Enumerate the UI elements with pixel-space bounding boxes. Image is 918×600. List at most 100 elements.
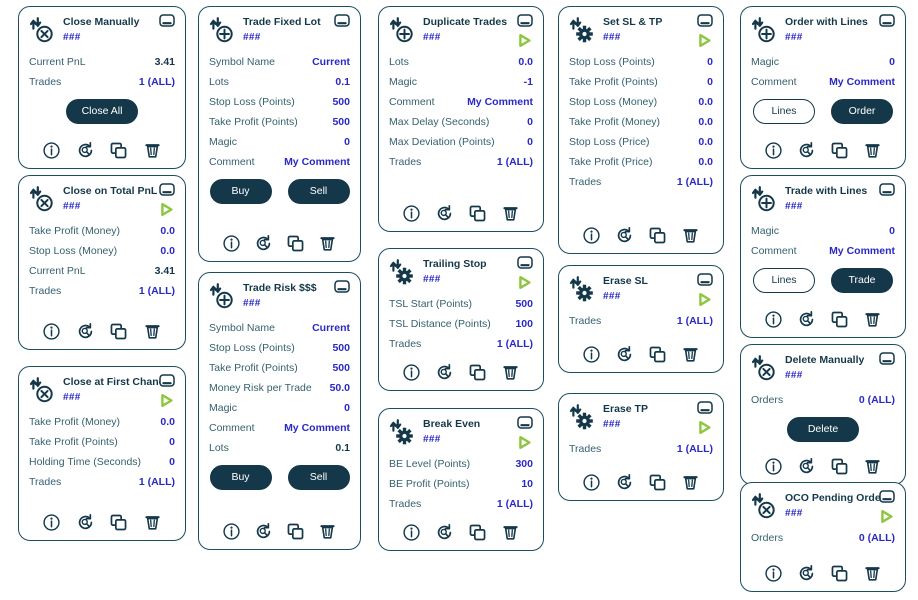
delete-button[interactable]: Delete	[787, 417, 859, 442]
refresh-icon[interactable]	[76, 322, 95, 341]
copy-icon[interactable]	[830, 564, 849, 583]
info-icon[interactable]	[764, 457, 783, 476]
trash-icon[interactable]	[501, 363, 520, 382]
minimize-icon[interactable]	[159, 14, 175, 27]
info-icon[interactable]	[582, 226, 601, 245]
copy-icon[interactable]	[648, 345, 667, 364]
field-value[interactable]: -1	[524, 76, 533, 89]
lines-button[interactable]: Lines	[753, 99, 815, 124]
field-value[interactable]: 0.0	[698, 96, 713, 109]
minimize-icon[interactable]	[697, 273, 713, 286]
field-value[interactable]: 10	[521, 478, 533, 491]
copy-icon[interactable]	[830, 310, 849, 329]
field-value[interactable]: 300	[515, 458, 533, 471]
field-value[interactable]: 500	[515, 298, 533, 311]
minimize-icon[interactable]	[334, 280, 350, 293]
info-icon[interactable]	[764, 310, 783, 329]
field-value[interactable]: Current	[312, 322, 350, 335]
play-icon[interactable]	[697, 420, 712, 435]
minimize-icon[interactable]	[879, 183, 895, 196]
trash-icon[interactable]	[863, 141, 882, 160]
field-value[interactable]: 500	[332, 342, 350, 355]
copy-icon[interactable]	[286, 234, 305, 253]
field-value[interactable]: 0.0	[698, 136, 713, 149]
field-value[interactable]: 500	[332, 116, 350, 129]
field-value[interactable]: 1 (ALL)	[497, 338, 533, 351]
refresh-icon[interactable]	[435, 204, 454, 223]
minimize-icon[interactable]	[879, 352, 895, 365]
copy-icon[interactable]	[830, 457, 849, 476]
field-value[interactable]: 1 (ALL)	[497, 498, 533, 511]
minimize-icon[interactable]	[697, 14, 713, 27]
field-value[interactable]: 0	[889, 225, 895, 238]
copy-icon[interactable]	[648, 226, 667, 245]
copy-icon[interactable]	[109, 141, 128, 160]
play-icon[interactable]	[159, 202, 174, 217]
field-value[interactable]: My Comment	[284, 422, 350, 435]
field-value[interactable]: 0 (ALL)	[859, 394, 895, 407]
trade-button[interactable]: Trade	[831, 268, 893, 293]
minimize-icon[interactable]	[697, 401, 713, 414]
minimize-icon[interactable]	[159, 183, 175, 196]
trash-icon[interactable]	[501, 204, 520, 223]
minimize-icon[interactable]	[159, 374, 175, 387]
field-value[interactable]: 1 (ALL)	[497, 156, 533, 169]
field-value[interactable]: 0	[344, 402, 350, 415]
field-value[interactable]: 0.0	[698, 116, 713, 129]
refresh-icon[interactable]	[797, 310, 816, 329]
field-value[interactable]: 500	[332, 96, 350, 109]
refresh-icon[interactable]	[435, 523, 454, 542]
buy-button[interactable]: Buy	[209, 179, 272, 204]
trash-icon[interactable]	[863, 564, 882, 583]
field-value[interactable]: 0	[707, 76, 713, 89]
field-value[interactable]: 3.41	[155, 56, 175, 69]
field-value[interactable]: 500	[332, 362, 350, 375]
buy-button[interactable]: Buy	[209, 465, 272, 490]
copy-icon[interactable]	[468, 363, 487, 382]
lines-button[interactable]: Lines	[753, 268, 815, 293]
play-icon[interactable]	[159, 393, 174, 408]
field-value[interactable]: 0	[169, 456, 175, 469]
field-value[interactable]: My Comment	[284, 156, 350, 169]
trash-icon[interactable]	[681, 345, 700, 364]
sell-button[interactable]: Sell	[287, 465, 350, 490]
field-value[interactable]: 0.0	[698, 156, 713, 169]
trash-icon[interactable]	[143, 322, 162, 341]
sell-button[interactable]: Sell	[287, 179, 350, 204]
trash-icon[interactable]	[143, 513, 162, 532]
info-icon[interactable]	[582, 473, 601, 492]
field-value[interactable]: 1 (ALL)	[139, 285, 175, 298]
minimize-icon[interactable]	[517, 14, 533, 27]
refresh-icon[interactable]	[435, 363, 454, 382]
field-value[interactable]: My Comment	[829, 245, 895, 258]
copy-icon[interactable]	[468, 204, 487, 223]
info-icon[interactable]	[764, 564, 783, 583]
info-icon[interactable]	[222, 234, 241, 253]
play-icon[interactable]	[517, 435, 532, 450]
field-value[interactable]: 0.0	[518, 56, 533, 69]
play-icon[interactable]	[879, 509, 894, 524]
info-icon[interactable]	[402, 204, 421, 223]
copy-icon[interactable]	[109, 322, 128, 341]
field-value[interactable]: Current	[312, 56, 350, 69]
refresh-icon[interactable]	[76, 141, 95, 160]
copy-icon[interactable]	[648, 473, 667, 492]
minimize-icon[interactable]	[879, 14, 895, 27]
field-value[interactable]: 1 (ALL)	[677, 315, 713, 328]
field-value[interactable]: 50.0	[330, 382, 350, 395]
info-icon[interactable]	[222, 522, 241, 541]
field-value[interactable]: 0.0	[160, 245, 175, 258]
field-value[interactable]: 1 (ALL)	[677, 443, 713, 456]
refresh-icon[interactable]	[254, 522, 273, 541]
field-value[interactable]: 0	[527, 116, 533, 129]
trash-icon[interactable]	[143, 141, 162, 160]
refresh-icon[interactable]	[615, 345, 634, 364]
field-value[interactable]: 0	[527, 136, 533, 149]
field-value[interactable]: 0.0	[160, 225, 175, 238]
field-value[interactable]: 0	[889, 56, 895, 69]
minimize-icon[interactable]	[334, 14, 350, 27]
field-value[interactable]: 100	[515, 318, 533, 331]
field-value[interactable]: My Comment	[829, 76, 895, 89]
field-value[interactable]: 1 (ALL)	[139, 76, 175, 89]
trash-icon[interactable]	[318, 234, 337, 253]
